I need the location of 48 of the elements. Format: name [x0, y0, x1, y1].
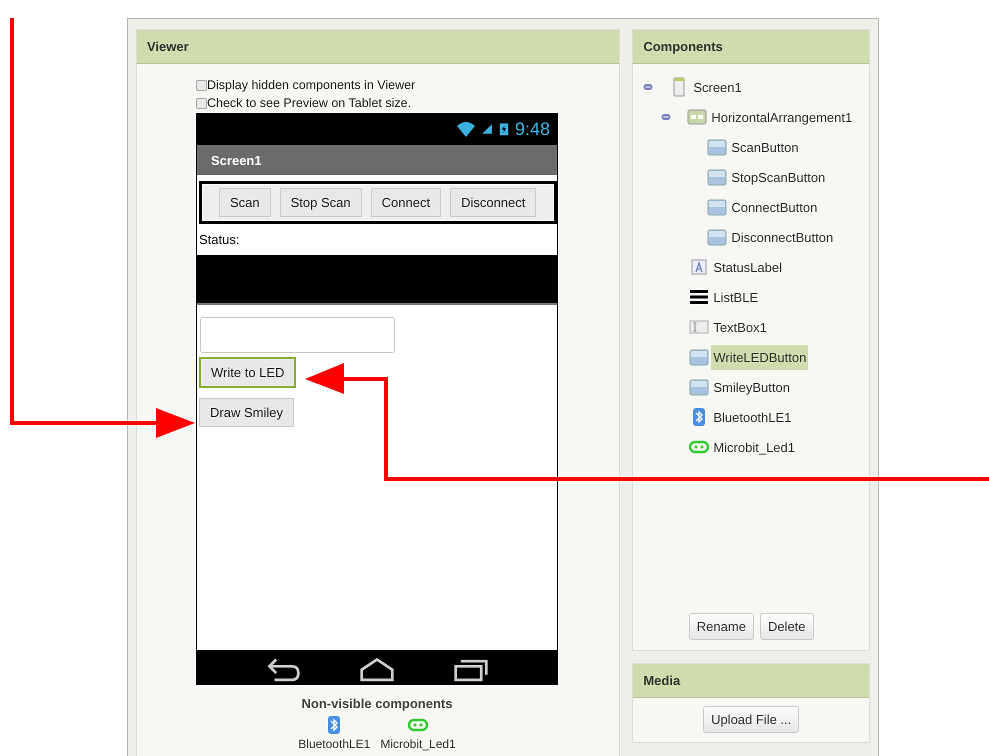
- tree-item[interactable]: HorizontalArrangement1: [709, 104, 854, 130]
- tree-item[interactable]: TextBox1: [711, 314, 769, 340]
- button-icon: [707, 137, 728, 157]
- checkbox[interactable]: [196, 80, 207, 90]
- tree-item[interactable]: ListBLE: [711, 284, 760, 310]
- tree-item[interactable]: SmileyButton: [711, 374, 792, 400]
- tree-item[interactable]: DisconnectButton: [729, 224, 836, 250]
- tree-item[interactable]: ConnectButton: [729, 194, 820, 220]
- app-button[interactable]: Disconnect: [450, 188, 536, 217]
- collapse-icon[interactable]: [643, 82, 654, 92]
- action-button[interactable]: Rename: [688, 613, 754, 640]
- checkbox[interactable]: [196, 98, 207, 108]
- panel-header: Viewer: [137, 30, 620, 64]
- component-label: Microbit_Led1: [380, 737, 456, 751]
- clock-text: 9:48: [514, 118, 550, 140]
- action-button[interactable]: Delete: [760, 613, 814, 640]
- checkbox-label: Display hidden components in Viewer: [207, 78, 416, 92]
- text-input[interactable]: [200, 317, 395, 353]
- app-button[interactable]: Scan: [219, 188, 271, 217]
- tree-item[interactable]: BluetoothLE1: [711, 404, 794, 430]
- button-icon: [707, 167, 728, 187]
- button-icon: [689, 377, 710, 397]
- layout-icon: [687, 107, 708, 127]
- panel-header: Media: [633, 664, 869, 698]
- tree-item[interactable]: Screen1: [691, 74, 744, 100]
- checkbox-label: Check to see Preview on Tablet size.: [207, 96, 412, 110]
- tree-item[interactable]: WriteLEDButton: [711, 344, 808, 370]
- app-button[interactable]: Stop Scan: [280, 188, 362, 217]
- collapse-icon[interactable]: [661, 112, 672, 122]
- upload-button[interactable]: Upload File ...: [703, 706, 800, 733]
- screen-title: Screen1: [197, 145, 557, 175]
- app-button[interactable]: Connect: [370, 188, 442, 217]
- button-icon: [707, 197, 728, 217]
- label-icon: [689, 257, 710, 277]
- tree-item[interactable]: ScanButton: [729, 134, 801, 160]
- wifi-icon: [454, 119, 477, 139]
- button-icon: [689, 347, 710, 367]
- section-title: Non-visible components: [300, 696, 454, 711]
- app-button[interactable]: Draw Smiley: [199, 398, 294, 427]
- tree-item[interactable]: Microbit_Led1: [711, 434, 797, 460]
- component-label: BluetoothLE1: [298, 737, 370, 751]
- panel-header: Components: [633, 30, 869, 64]
- list-icon: [689, 287, 710, 307]
- status-label: Status:: [198, 231, 240, 249]
- button-icon: [707, 227, 728, 247]
- tree-item[interactable]: StatusLabel: [711, 254, 784, 280]
- app-button[interactable]: Write to LED: [199, 357, 296, 388]
- tree-item[interactable]: StopScanButton: [729, 164, 828, 190]
